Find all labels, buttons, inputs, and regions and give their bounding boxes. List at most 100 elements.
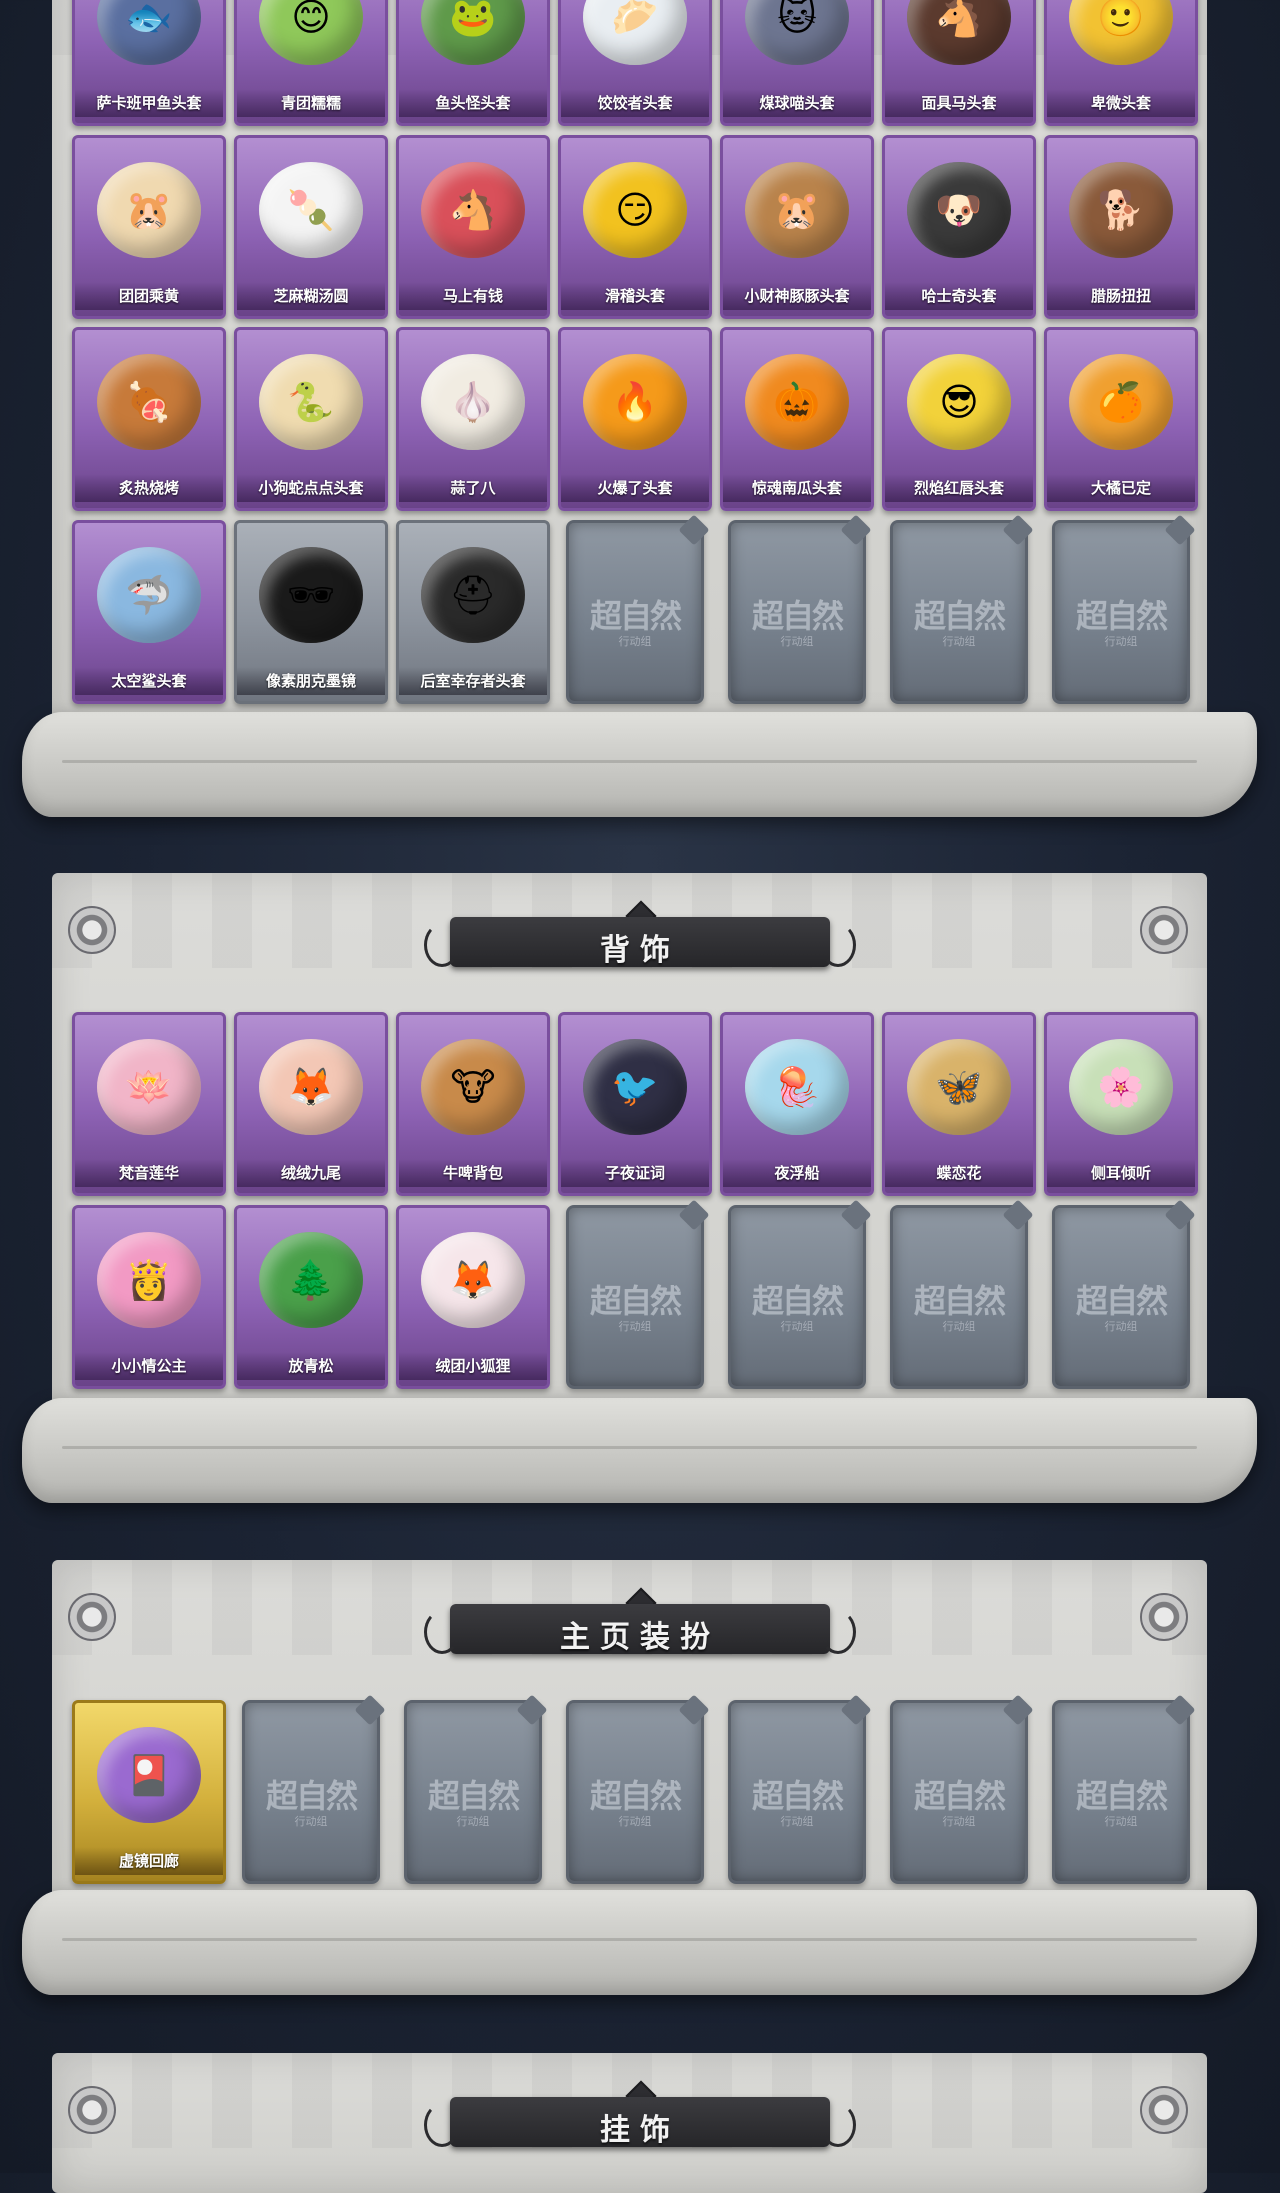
cat-head-icon: 🐱 [745,0,849,65]
pendant-banner: 挂饰 [424,2080,856,2157]
empty-slot: 超自然 行动组 [566,1694,710,1884]
item-label: 放青松 [237,1352,385,1380]
item-card[interactable]: 🐕 腊肠扭扭 [1044,135,1198,319]
item-card[interactable]: 🐱 煤球喵头套 [720,0,874,126]
item-label: 蒜了八 [399,474,547,502]
empty-slot: 超自然 行动组 [242,1694,386,1884]
item-art: 🥟 [575,0,695,77]
item-card[interactable]: 🍊 大橘已定 [1044,327,1198,511]
item-card[interactable]: 🕶 像素朋克墨镜 [234,520,388,704]
item-card[interactable]: 🧄 蒜了八 [396,327,550,511]
item-art: 🐴 [899,0,1019,77]
item-card[interactable]: 🐦 子夜证词 [558,1012,712,1196]
item-art: 🪼 [737,1027,857,1147]
pixel-sunglasses-icon: 🕶 [259,547,363,643]
item-label: 小小情公主 [75,1352,223,1380]
item-card[interactable]: 🦊 绒绒九尾 [234,1012,388,1196]
item-label: 鱼头怪头套 [399,89,547,117]
fish-head-icon: 🐟 [97,0,201,65]
item-card[interactable]: 🦋 蝶恋花 [882,1012,1036,1196]
item-card[interactable]: 🐍 小狗蛇点点头套 [234,327,388,511]
item-label: 滑稽头套 [561,282,709,310]
item-art: 🐹 [737,150,857,270]
item-card[interactable]: 🌸 侧耳倾听 [1044,1012,1198,1196]
item-card[interactable]: 🔥 火爆了头套 [558,327,712,511]
pumpkin-icon: 🎃 [745,354,849,450]
watermark-sub: 行动组 [942,1815,976,1828]
item-art: 🦋 [899,1027,1019,1147]
item-art: 🐹 [89,150,209,270]
small-fox-icon: 🦊 [421,1232,525,1328]
empty-slot: 超自然 行动组 [728,1694,872,1884]
item-art: 🍊 [1061,342,1181,462]
shark-icon: 🦈 [97,547,201,643]
watermark-logo: 超自然 [589,1282,682,1320]
item-card[interactable]: 🍡 芝麻糊汤圆 [234,135,388,319]
nine-tail-fox-icon: 🦊 [259,1039,363,1135]
item-card[interactable]: 🪷 梵音莲华 [72,1012,226,1196]
empty-slot: 超自然 行动组 [890,514,1034,704]
item-card[interactable]: 🥟 饺饺者头套 [558,0,712,126]
corner-ornament-icon [68,2086,116,2134]
item-card[interactable]: 😏 滑稽头套 [558,135,712,319]
garlic-icon: 🧄 [421,354,525,450]
item-card[interactable]: 🙂 卑微头套 [1044,0,1198,126]
corner-ornament-icon [68,1593,116,1641]
item-label: 大橘已定 [1047,474,1195,502]
item-card[interactable]: 😎 烈焰红唇头套 [882,327,1036,511]
dachshund-icon: 🐕 [1069,162,1173,258]
empty-slot: 超自然 行动组 [566,1199,710,1389]
item-card[interactable]: 🐸 鱼头怪头套 [396,0,550,126]
item-label: 团团乘黄 [75,282,223,310]
empty-slot: 超自然 行动组 [404,1694,548,1884]
item-art: 🧄 [413,342,533,462]
dumpling-head-icon: 🥟 [583,0,687,65]
item-label: 芝麻糊汤圆 [237,282,385,310]
item-card[interactable]: 🌲 放青松 [234,1205,388,1389]
section-title: 挂饰 [600,2113,680,2148]
item-card[interactable]: 🐟 萨卡班甲鱼头套 [72,0,226,126]
pine-bonsai-icon: 🌲 [259,1232,363,1328]
item-card[interactable]: 🦈 太空鲨头套 [72,520,226,704]
item-card[interactable]: 🦊 绒团小狐狸 [396,1205,550,1389]
item-art: 👸 [89,1220,209,1340]
sunglasses-pikachu-icon: 😎 [907,354,1011,450]
item-card[interactable]: 🐴 马上有钱 [396,135,550,319]
item-art: 🐕 [1061,150,1181,270]
item-card[interactable]: 🐮 牛啤背包 [396,1012,550,1196]
item-card[interactable]: 🎃 惊魂南瓜头套 [720,327,874,511]
empty-slot: 超自然 行动组 [728,1199,872,1389]
item-label: 侧耳倾听 [1047,1159,1195,1187]
watermark-sub: 行动组 [942,1320,976,1333]
watermark-logo: 超自然 [751,1777,844,1815]
watermark-logo: 超自然 [913,1777,1006,1815]
item-art: 🙂 [1061,0,1181,77]
item-label: 炙热烧烤 [75,474,223,502]
item-label: 梵音莲华 [75,1159,223,1187]
princess-icon: 👸 [97,1232,201,1328]
item-card[interactable]: 🍖 炙热烧烤 [72,327,226,511]
fire-icon: 🔥 [583,354,687,450]
watermark-sub: 行动组 [1104,1815,1138,1828]
item-card[interactable]: 🐴 面具马头套 [882,0,1036,126]
watermark-sub: 行动组 [780,635,814,648]
item-card[interactable]: ⛑ 后室幸存者头套 [396,520,550,704]
item-card[interactable]: 🐶 哈士奇头套 [882,135,1036,319]
item-card[interactable]: 🪼 夜浮船 [720,1012,874,1196]
item-art: 😊 [251,0,371,77]
watermark-logo: 超自然 [265,1777,358,1815]
item-card[interactable]: 👸 小小情公主 [72,1205,226,1389]
item-card[interactable]: 🎴 虚镜回廊 [72,1700,226,1884]
empty-slot: 超自然 行动组 [890,1694,1034,1884]
corner-ornament-icon [1140,906,1188,954]
item-label: 绒绒九尾 [237,1159,385,1187]
item-card[interactable]: 😊 青团糯糯 [234,0,388,126]
item-label: 青团糯糯 [237,89,385,117]
item-art: 🌲 [251,1220,371,1340]
headwear-scroll-end [22,712,1257,817]
crow-icon: 🐦 [583,1039,687,1135]
item-card[interactable]: 🐹 团团乘黄 [72,135,226,319]
homepage-scroll-end [22,1890,1257,1995]
watermark-logo: 超自然 [913,597,1006,635]
item-card[interactable]: 🐹 小财神豚豚头套 [720,135,874,319]
